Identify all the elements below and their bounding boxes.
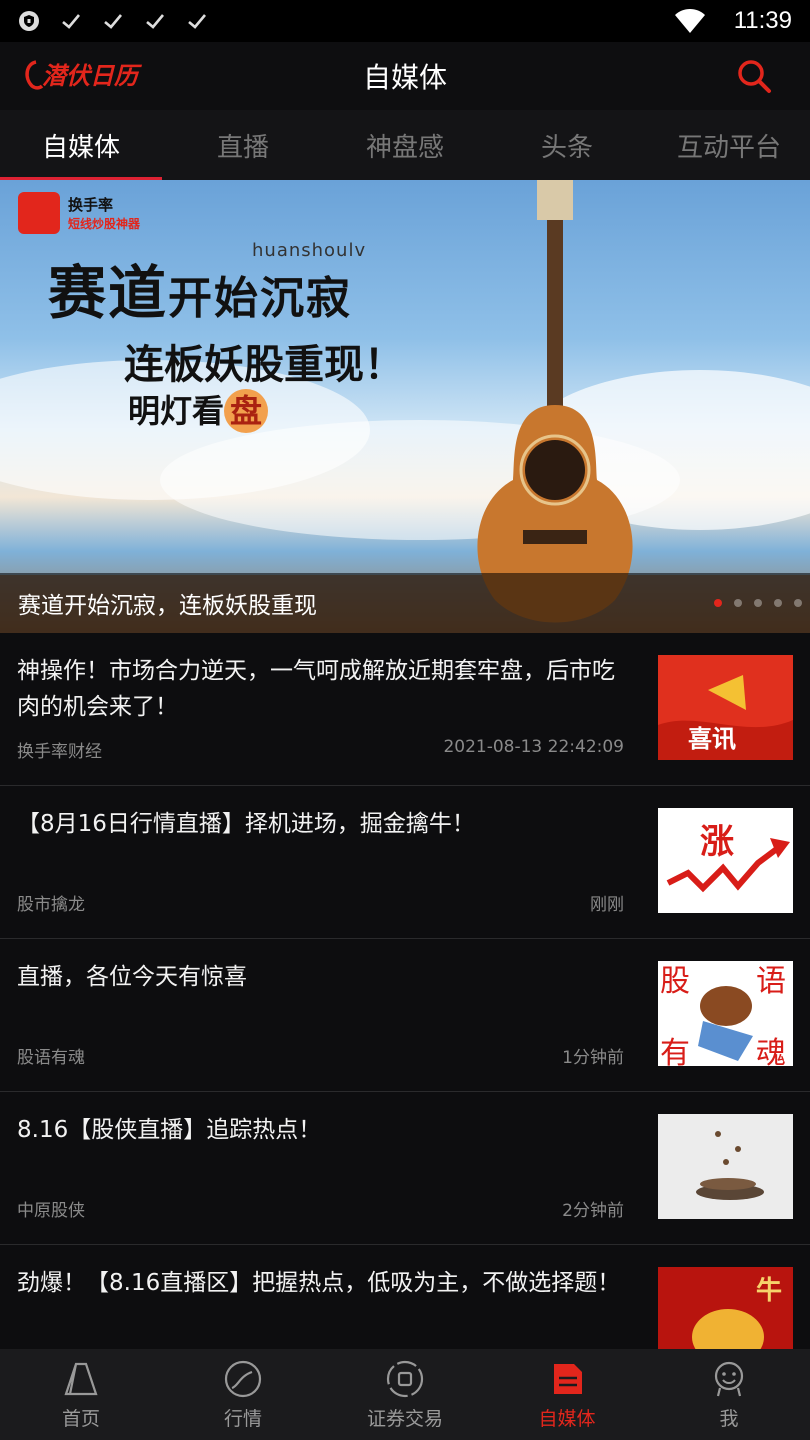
article-feed: 神操作！市场合力逆天，一气呵成解放近期套牢盘，后市吃肉的机会来了！ 换手率财经 … bbox=[0, 633, 810, 1349]
article-source: 股市擒龙 bbox=[17, 895, 85, 915]
nav-profile[interactable]: 我 bbox=[648, 1349, 810, 1440]
article-time: 2021-08-13 22:42:09 bbox=[443, 737, 624, 757]
media-icon bbox=[554, 1364, 582, 1394]
carousel-dot[interactable] bbox=[774, 599, 782, 607]
banner-headline-small: 开始沉寂 bbox=[168, 273, 353, 324]
bottom-navigation: 首页 行情 证券交易 自媒体 我 bbox=[0, 1349, 810, 1440]
article-title: 8.16【股侠直播】追踪热点！ bbox=[17, 1117, 322, 1143]
tab-headlines[interactable]: 头条 bbox=[486, 110, 648, 180]
guitar-image bbox=[477, 180, 633, 623]
article-thumbnail: 喜讯 bbox=[658, 655, 793, 760]
clock: 11:39 bbox=[733, 7, 792, 34]
check-icon bbox=[188, 14, 206, 29]
feed-item[interactable]: 直播，各位今天有惊喜 股语有魂 1分钟前 股 语 有 魂 bbox=[0, 939, 810, 1092]
banner-subheadline: 连板妖股重现！ bbox=[124, 341, 404, 388]
status-bar: 11:39 bbox=[0, 0, 810, 42]
check-icon bbox=[104, 14, 122, 29]
tab-market-sense[interactable]: 神盘感 bbox=[324, 110, 486, 180]
search-icon[interactable] bbox=[736, 58, 772, 94]
svg-text:股: 股 bbox=[660, 964, 690, 999]
nav-label: 行情 bbox=[223, 1408, 262, 1430]
category-tabs: 自媒体 直播 神盘感 头条 互动平台 bbox=[0, 110, 810, 180]
nav-label: 证券交易 bbox=[366, 1408, 443, 1430]
article-thumbnail bbox=[658, 1114, 793, 1219]
article-source: 换手率财经 bbox=[17, 742, 102, 762]
svg-text:有: 有 bbox=[660, 1036, 690, 1066]
nav-label: 首页 bbox=[61, 1408, 100, 1430]
article-thumbnail: 股 语 有 魂 bbox=[658, 961, 793, 1066]
trade-icon bbox=[386, 1360, 424, 1398]
carousel-dot[interactable] bbox=[714, 599, 722, 607]
article-thumbnail: 涨 bbox=[658, 808, 793, 913]
feed-item[interactable]: 8.16【股侠直播】追踪热点！ 中原股侠 2分钟前 bbox=[0, 1092, 810, 1245]
banner-headline-big: 赛道 bbox=[48, 259, 169, 327]
article-time: 1分钟前 bbox=[562, 1048, 624, 1068]
home-icon bbox=[64, 1362, 98, 1396]
banner-carousel[interactable]: 换手率 短线炒股神器 赛道开始沉寂 huanshoulv 连板妖股重现！ 明灯看… bbox=[0, 180, 810, 633]
banner-brand: 换手率 短线炒股神器 bbox=[18, 192, 140, 234]
article-thumbnail: 牛 bbox=[658, 1267, 793, 1349]
carousel-dot[interactable] bbox=[794, 599, 802, 607]
nav-self-media[interactable]: 自媒体 bbox=[486, 1349, 648, 1440]
tab-self-media[interactable]: 自媒体 bbox=[0, 110, 162, 180]
banner-pinyin: huanshoulv bbox=[252, 240, 367, 261]
banner-tagline-badge: 盘 bbox=[224, 389, 269, 433]
article-source: 中原股侠 bbox=[17, 1201, 85, 1221]
svg-text:语: 语 bbox=[756, 964, 786, 999]
feed-item[interactable]: 【8月16日行情直播】择机进场，掘金擒牛！ 股市擒龙 刚刚 涨 bbox=[0, 786, 810, 939]
carousel-dot[interactable] bbox=[734, 599, 742, 607]
svg-text:潜伏日历: 潜伏日历 bbox=[42, 62, 143, 90]
nav-market[interactable]: 行情 bbox=[162, 1349, 324, 1440]
banner-tagline: 明灯看盘 bbox=[128, 386, 269, 433]
nav-label: 我 bbox=[719, 1408, 739, 1430]
profile-icon bbox=[714, 1361, 744, 1397]
carousel-indicator bbox=[714, 599, 802, 607]
chart-logo-icon bbox=[18, 192, 60, 234]
nav-home[interactable]: 首页 bbox=[0, 1349, 162, 1440]
article-title: 神操作！市场合力逆天，一气呵成解放近期套牢盘，后市吃肉的机会来了！ bbox=[17, 658, 615, 720]
article-title: 劲爆！【8.16直播区】把握热点，低吸为主，不做选择题！ bbox=[17, 1270, 621, 1296]
banner-caption: 赛道开始沉寂，连板妖股重现 bbox=[0, 573, 810, 633]
tab-interactive-platform[interactable]: 互动平台 bbox=[648, 110, 810, 180]
nav-label: 自媒体 bbox=[538, 1408, 596, 1430]
article-time: 2分钟前 bbox=[562, 1201, 624, 1221]
svg-text:牛: 牛 bbox=[756, 1276, 782, 1306]
app-header: 潜伏日历 自媒体 bbox=[0, 42, 810, 110]
page-title: 自媒体 bbox=[362, 61, 447, 94]
article-title: 直播，各位今天有惊喜 bbox=[17, 964, 247, 990]
brand-name: 换手率 bbox=[68, 196, 114, 214]
tab-live[interactable]: 直播 bbox=[162, 110, 324, 180]
check-icon bbox=[146, 14, 164, 29]
svg-text:喜讯: 喜讯 bbox=[688, 724, 736, 753]
banner-tagline-text: 明灯看 bbox=[128, 392, 225, 430]
article-source: 股语有魂 bbox=[17, 1048, 85, 1068]
nav-trade[interactable]: 证券交易 bbox=[324, 1349, 486, 1440]
wifi-icon bbox=[674, 9, 705, 33]
article-title: 【8月16日行情直播】择机进场，掘金擒牛！ bbox=[17, 811, 475, 837]
brand-slogan: 短线炒股神器 bbox=[68, 217, 141, 231]
market-icon bbox=[224, 1360, 262, 1398]
svg-text:魂: 魂 bbox=[756, 1036, 786, 1066]
svg-text:涨: 涨 bbox=[700, 822, 734, 862]
vpn-shield-icon bbox=[19, 11, 39, 31]
check-icon bbox=[62, 14, 80, 29]
feed-item[interactable]: 神操作！市场合力逆天，一气呵成解放近期套牢盘，后市吃肉的机会来了！ 换手率财经 … bbox=[0, 633, 810, 786]
carousel-dot[interactable] bbox=[754, 599, 762, 607]
feed-item[interactable]: 劲爆！【8.16直播区】把握热点，低吸为主，不做选择题！ 牛 bbox=[0, 1245, 810, 1349]
article-time: 刚刚 bbox=[590, 895, 624, 915]
app-logo[interactable]: 潜伏日历 bbox=[22, 56, 152, 94]
